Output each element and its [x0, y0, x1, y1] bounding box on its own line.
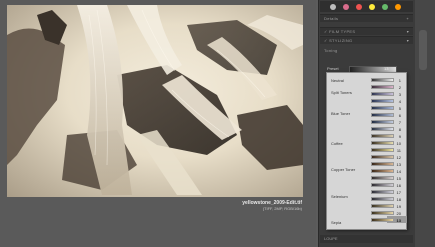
preset-number: 11	[396, 148, 401, 153]
preset-number: 6	[398, 113, 401, 118]
preset-chip-17[interactable]	[371, 190, 394, 194]
swatch-orange[interactable]	[395, 4, 401, 10]
swatch-green[interactable]	[382, 4, 388, 10]
preset-chip-15[interactable]	[371, 176, 394, 180]
details-header[interactable]: Details +	[320, 14, 413, 22]
preset-number: 20	[396, 211, 401, 216]
swatch-gray[interactable]	[330, 4, 336, 10]
preset-chip-13[interactable]	[371, 162, 394, 166]
swatch-yellow[interactable]	[369, 4, 375, 10]
preset-chip-9[interactable]	[371, 134, 394, 138]
preset-chip-16[interactable]	[371, 183, 394, 187]
preset-chip-10[interactable]	[371, 141, 394, 145]
preset-chip-selected[interactable]	[371, 218, 394, 222]
swatch-red[interactable]	[356, 4, 362, 10]
expand-icon[interactable]: +	[406, 15, 409, 23]
preset-number: 12	[396, 155, 401, 160]
category-split-toners[interactable]: Split Toners	[331, 90, 352, 95]
film-types-label: FILM TYPES	[329, 29, 356, 34]
preset-number: 7	[398, 120, 401, 125]
preset-chip-14[interactable]	[371, 169, 394, 173]
details-header-label: Details	[324, 16, 339, 21]
waterfall-photo-art	[7, 5, 303, 195]
preset-number: 9	[398, 134, 401, 139]
category-sepia[interactable]: Sepia	[331, 220, 341, 225]
preset-number: 19	[396, 204, 401, 209]
preset-chip-7[interactable]	[371, 120, 394, 124]
category-coffee[interactable]: Coffee	[331, 141, 343, 146]
loupe-header-label: LOUPE	[324, 236, 338, 241]
waterfall-photo	[7, 5, 303, 197]
stylizing-label: STYLIZING	[329, 38, 353, 43]
preset-number: 10	[396, 141, 401, 146]
image-canvas[interactable]: yellowstone_2009-Edit.tif (TIFF, 2MP, RG…	[0, 0, 316, 247]
preset-chip-18[interactable]	[371, 197, 394, 201]
color-label-bar	[320, 1, 413, 12]
preset-number: 14	[396, 169, 401, 174]
category-selenium[interactable]: Selenium	[331, 194, 348, 199]
preset-chip-12[interactable]	[371, 155, 394, 159]
preset-number: 17	[396, 190, 401, 195]
toning-label: Toning	[324, 48, 338, 53]
preset-chip-19[interactable]	[371, 204, 394, 208]
preset-chip-2[interactable]	[371, 85, 394, 89]
preset-number: 18	[396, 197, 401, 202]
preset-number: 15	[396, 176, 401, 181]
category-neutral[interactable]: Neutral	[331, 78, 344, 83]
swatch-pink[interactable]	[343, 4, 349, 10]
preset-number: 3	[398, 92, 401, 97]
preset-chip-1[interactable]	[371, 78, 394, 82]
preset-chip-5[interactable]	[371, 106, 394, 110]
preset-chip-20[interactable]	[371, 211, 394, 215]
collapse-icon[interactable]: ▾	[407, 28, 409, 36]
image-info: (TIFF, 2MP, RGB/16b)	[262, 206, 302, 211]
preset-dropdown[interactable]: Neutral Split Toners Blue Toner Coffee C…	[326, 72, 407, 230]
preset-label: Preset	[327, 66, 339, 71]
preset-number: 4	[398, 99, 401, 104]
category-copper-toner[interactable]: Copper Toner	[331, 167, 355, 172]
image-caption: yellowstone_2009-Edit.tif (TIFF, 2MP, RG…	[242, 200, 302, 211]
stylizing-header[interactable]: ✓ STYLIZING ▾	[320, 36, 413, 44]
preset-chip-3[interactable]	[371, 92, 394, 96]
preset-chip-6[interactable]	[371, 113, 394, 117]
collapse-icon[interactable]: ▾	[407, 37, 409, 45]
film-types-header[interactable]: ✓ FILM TYPES ▾	[320, 27, 413, 35]
preset-number: 1	[398, 78, 401, 83]
preset-chip-11[interactable]	[371, 148, 394, 152]
selected-preset-number: 13	[396, 218, 401, 223]
preset-chip-4[interactable]	[371, 99, 394, 103]
preset-chip-8[interactable]	[371, 127, 394, 131]
preset-number: 8	[398, 127, 401, 132]
preset-number: 16	[396, 183, 401, 188]
category-blue-toner[interactable]: Blue Toner	[331, 111, 350, 116]
preset-number: 5	[398, 106, 401, 111]
preset-number: 13	[396, 162, 401, 167]
toning-header[interactable]: Toning	[320, 47, 413, 55]
preset-number: 2	[398, 85, 401, 90]
panel-scroll-thumb[interactable]	[419, 30, 427, 70]
loupe-header[interactable]: LOUPE	[320, 235, 413, 243]
